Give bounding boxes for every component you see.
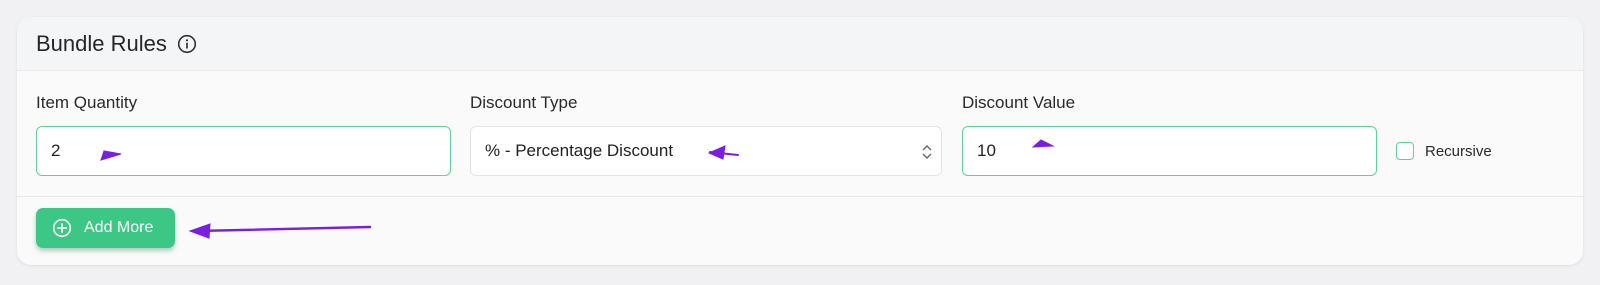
discount-type-label: Discount Type [470,93,578,112]
page: Bundle Rules Item Quantity 2 Discount Ty… [0,0,1600,285]
discount-type-select[interactable]: % - Percentage Discount [470,126,942,176]
discount-value-label: Discount Value [962,93,1076,112]
discount-type-value: % - Percentage Discount [485,141,674,160]
item-quantity-input[interactable]: 2 [36,126,451,176]
item-quantity-label: Item Quantity [36,93,138,112]
panel-title: Bundle Rules [36,31,167,56]
recursive-label[interactable]: Recursive [1425,143,1492,160]
discount-value-value: 10 [977,141,996,160]
divider [17,196,1583,197]
panel-title-wrap: Bundle Rules [36,31,197,57]
item-quantity-value: 2 [51,141,61,160]
add-more-label: Add More [84,219,154,236]
add-more-button[interactable]: Add More [36,208,175,248]
recursive-checkbox[interactable] [1396,142,1414,160]
panel-header: Bundle Rules [17,17,1583,71]
plus-circle-icon [52,218,72,238]
info-icon[interactable] [177,34,197,54]
discount-value-input[interactable]: 10 [962,126,1377,176]
select-chevron-icon [921,141,933,163]
